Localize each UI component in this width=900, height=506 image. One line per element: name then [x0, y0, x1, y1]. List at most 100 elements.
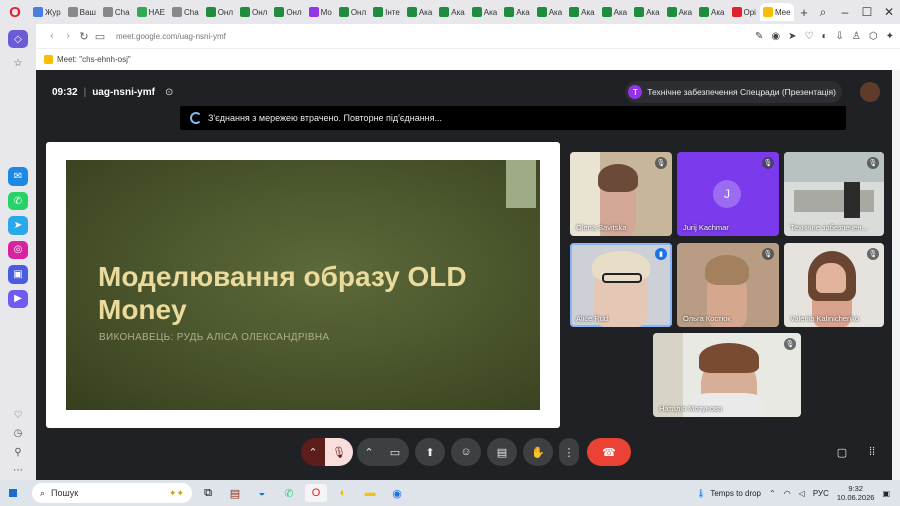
browser-tab[interactable]: Ака	[534, 3, 565, 21]
sidebar-app-icon[interactable]: ▣	[8, 265, 28, 284]
browser-tab[interactable]: Ака	[469, 3, 500, 21]
browser-tab[interactable]: Ака	[664, 3, 695, 21]
browser-tab[interactable]: Онл	[237, 3, 270, 21]
camera-toggle-button[interactable]: ▭	[381, 438, 409, 466]
activities-button[interactable]: ⁞⁞	[862, 438, 882, 466]
cube-icon[interactable]: ⬡	[869, 31, 878, 42]
chevron-up-icon[interactable]: ⌃	[769, 489, 776, 498]
browser-tab[interactable]: Ака	[501, 3, 532, 21]
url-field[interactable]: meet.google.com/uag-nsni-ymf	[116, 32, 226, 41]
browser-tab[interactable]: Cha	[169, 3, 202, 21]
presenter-chip[interactable]: T Технічне забезпечення Спецради (Презен…	[625, 81, 842, 103]
end-call-button[interactable]: ☎	[587, 438, 631, 466]
whatsapp-taskbar-icon[interactable]: ✆	[278, 484, 300, 502]
start-button[interactable]	[0, 488, 26, 498]
secure-icon[interactable]: ▭	[92, 30, 108, 43]
close-window-icon[interactable]: ✕	[878, 5, 900, 19]
player-icon[interactable]: ▶	[8, 289, 28, 309]
browser-tab[interactable]: Ака	[436, 3, 467, 21]
browser-tab[interactable]: Ака	[631, 3, 662, 21]
browser-tab[interactable]: Opi	[729, 3, 759, 21]
participant-tile-active[interactable]: ▮ Alice Rud	[570, 243, 672, 327]
language-indicator[interactable]: РУС	[813, 489, 829, 498]
browser-tab[interactable]: Онл	[203, 3, 236, 21]
opera-logo-icon[interactable]: O	[0, 0, 30, 24]
maximize-icon[interactable]: ☐	[856, 5, 878, 19]
browser-tab[interactable]: Ваш	[65, 3, 99, 21]
speed-dial-icon[interactable]: ☆	[8, 54, 28, 72]
back-icon[interactable]: ‹	[44, 30, 60, 42]
instagram-icon[interactable]: ◎	[8, 240, 28, 260]
profile-icon[interactable]: ♙	[852, 31, 861, 42]
edge-icon[interactable]: ◒	[251, 484, 273, 502]
volume-icon[interactable]: ◁	[799, 489, 805, 498]
browser-tab[interactable]: Онл	[271, 3, 304, 21]
browser-tab[interactable]: Жур	[30, 3, 64, 21]
browser-tab[interactable]: Мо	[306, 3, 335, 21]
present-button[interactable]: ⬆	[415, 438, 445, 466]
tab-favicon-icon	[634, 7, 645, 17]
chrome-icon[interactable]: ◉	[386, 484, 408, 502]
weather-widget[interactable]: 🌡 Temps to drop	[696, 489, 761, 498]
wifi-icon[interactable]: ◠	[784, 489, 791, 498]
browser-tab[interactable]: HAE	[134, 3, 168, 21]
ai-icon[interactable]: ✦	[886, 31, 894, 42]
thermometer-icon: 🌡	[696, 488, 707, 498]
browser-tab[interactable]: Cha	[100, 3, 133, 21]
messenger-icon[interactable]: ✉	[8, 167, 28, 186]
audio-options-button[interactable]: ⌃	[301, 438, 325, 466]
participant-tile[interactable]: 🎙 Valeriia Kalinichenko	[784, 243, 884, 327]
notifications-icon[interactable]: ▣	[882, 489, 890, 498]
forward-icon[interactable]: ›	[60, 30, 76, 42]
location-icon[interactable]: ⚲	[8, 443, 28, 461]
participant-tile[interactable]: 🎙 Olena Savitska	[570, 152, 672, 236]
camera-icon[interactable]: ◉	[771, 31, 780, 42]
heart-icon[interactable]: ♡	[805, 31, 814, 42]
raise-hand-button[interactable]: ✋	[523, 438, 553, 466]
captions-button[interactable]: ▤	[487, 438, 517, 466]
telegram-icon[interactable]: ➤	[8, 216, 28, 235]
send-icon[interactable]: ➤	[788, 31, 796, 42]
task-view-icon[interactable]: ⧉	[197, 484, 219, 502]
aria-icon[interactable]: ◇	[8, 30, 28, 49]
chat-button[interactable]: ▢	[832, 438, 852, 466]
participant-tile[interactable]: 🎙 Технічне забезпечен...	[784, 152, 884, 236]
new-tab-button[interactable]: +	[796, 5, 812, 20]
participant-tile[interactable]: 🎙 Наталія Мотунова	[653, 333, 801, 417]
download-icon[interactable]: ⇩	[836, 31, 844, 42]
video-options-button[interactable]: ⌃	[357, 438, 381, 466]
browser-tab[interactable]: Ака	[599, 3, 630, 21]
more-icon[interactable]: ⋯	[8, 462, 28, 480]
tab-label: Ваш	[79, 7, 96, 17]
info-icon[interactable]: ⊙	[165, 87, 173, 98]
self-avatar[interactable]	[860, 82, 880, 102]
browser-tab[interactable]: Ака	[566, 3, 597, 21]
browser-tab-active[interactable]: Mee	[759, 3, 794, 21]
mic-toggle-button[interactable]: 🎙	[325, 438, 353, 466]
browser-tab[interactable]: Ака	[696, 3, 727, 21]
more-options-button[interactable]: ⋮	[559, 438, 579, 466]
tab-label: Ака	[581, 7, 595, 17]
file-explorer-icon[interactable]: ▬	[359, 484, 381, 502]
search-tabs-icon[interactable]: ⌕	[812, 5, 834, 20]
taskbar-clock[interactable]: 9:32 10.06.2026	[837, 484, 875, 502]
heart-icon[interactable]: ♡	[8, 406, 28, 424]
participant-tile[interactable]: J 🎙 Jurij Kachmar	[677, 152, 779, 236]
camera-icon: ▭	[389, 446, 401, 459]
browser-tab[interactable]: Інте	[370, 3, 403, 21]
whatsapp-icon[interactable]: ✆	[8, 191, 28, 211]
minimize-icon[interactable]: –	[834, 5, 856, 19]
extension-icon[interactable]: ◐	[821, 31, 827, 42]
edit-icon[interactable]: ✎	[755, 31, 763, 42]
app-icon[interactable]: ◐	[332, 484, 354, 502]
browser-tab[interactable]: Ака	[404, 3, 435, 21]
emoji-button[interactable]: ☺	[451, 438, 481, 466]
history-icon[interactable]: ◷	[8, 425, 28, 443]
tab-label: Ака	[613, 7, 628, 17]
app-icon[interactable]: ▤	[224, 484, 246, 502]
reload-icon[interactable]: ↻	[76, 30, 92, 43]
browser-tab[interactable]: Онл	[336, 3, 369, 21]
opera-taskbar-icon[interactable]: O	[305, 484, 327, 502]
taskbar-search[interactable]: ⌕ Пошук ✦✦	[32, 483, 192, 503]
participant-tile[interactable]: 🎙 Ольга Костюк	[677, 243, 779, 327]
